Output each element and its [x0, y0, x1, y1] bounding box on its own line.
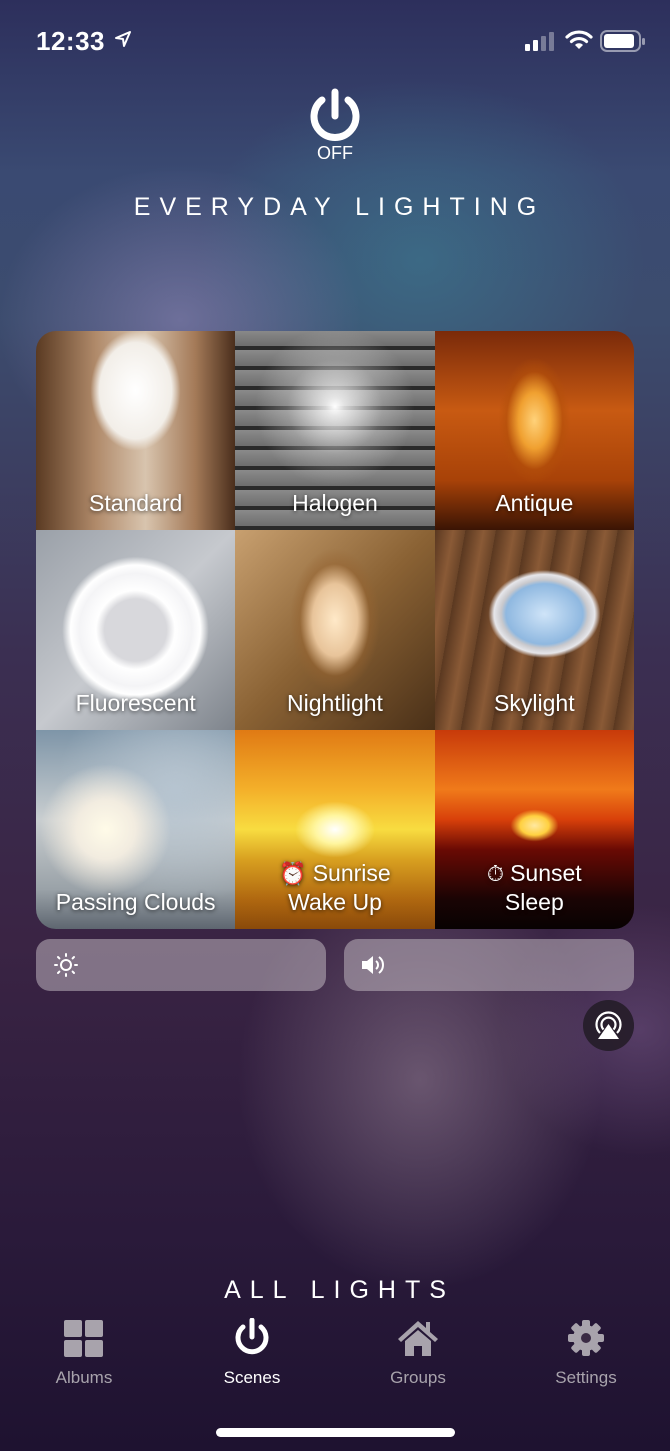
- scene-tile-skylight[interactable]: Skylight: [434, 530, 634, 730]
- battery-icon: [600, 30, 645, 52]
- scene-label: Nightlight: [287, 689, 383, 716]
- tab-albums[interactable]: Albums: [14, 1312, 154, 1392]
- scene-label: Passing Clouds: [55, 888, 216, 915]
- home-indicator[interactable]: [216, 1428, 455, 1437]
- wifi-icon: [565, 30, 593, 49]
- house-icon: [398, 1321, 438, 1356]
- scene-label: Skylight: [494, 689, 575, 716]
- scene-label: Antique: [495, 490, 574, 517]
- tab-settings[interactable]: Settings: [516, 1312, 656, 1392]
- tab-groups[interactable]: Groups: [348, 1312, 488, 1392]
- status-bar: 12:33: [0, 0, 670, 80]
- tab-label: Albums: [55, 1368, 113, 1387]
- location-arrow-icon: [115, 31, 131, 47]
- scene-label-line1: Sunrise: [312, 859, 391, 886]
- volume-slider[interactable]: [344, 939, 634, 991]
- scene-label: Halogen: [292, 490, 378, 517]
- alarm-clock-icon: ⏰: [279, 860, 307, 886]
- scene-label-line2: Sleep: [504, 888, 564, 915]
- tab-label: Scenes: [223, 1368, 281, 1387]
- grid-icon: [64, 1320, 103, 1357]
- scene-grid: Standard Halogen Antique Fluorescent Nig…: [36, 331, 634, 929]
- scene-tile-fluorescent[interactable]: Fluorescent: [36, 530, 236, 730]
- scene-label-line1: Sunset: [510, 859, 582, 886]
- scene-tile-passing-clouds[interactable]: Passing Clouds: [36, 729, 236, 929]
- scene-label: ⏰ Sunrise Wake Up: [235, 859, 434, 917]
- tab-scenes[interactable]: Scenes: [182, 1312, 322, 1392]
- gear-icon: [568, 1320, 604, 1356]
- tab-label: Groups: [390, 1368, 446, 1387]
- stopwatch-icon: ⏱: [486, 860, 505, 886]
- scene-label: ⏱ Sunset Sleep: [435, 859, 634, 917]
- power-icon: [235, 1318, 269, 1355]
- group-title: ALL LIGHTS: [224, 1276, 455, 1304]
- brightness-slider[interactable]: [36, 939, 326, 991]
- scene-tile-halogen[interactable]: Halogen: [235, 331, 435, 531]
- scene-label: Standard: [88, 490, 183, 517]
- airplay-button[interactable]: [583, 1000, 634, 1051]
- power-state-label: OFF: [317, 143, 353, 163]
- scene-tile-sunrise-wake-up[interactable]: ⏰ Sunrise Wake Up: [235, 729, 435, 929]
- tab-bar: Albums Scenes Groups Settings: [0, 1312, 670, 1392]
- status-time: 12:33: [36, 26, 105, 56]
- sun-icon: [54, 953, 78, 977]
- scene-tile-sunset-sleep[interactable]: ⏱ Sunset Sleep: [434, 729, 634, 929]
- scene-tile-antique[interactable]: Antique: [434, 331, 634, 531]
- scene-label: Fluorescent: [75, 689, 196, 716]
- scene-tile-standard[interactable]: Standard: [36, 331, 236, 531]
- scene-tile-nightlight[interactable]: Nightlight: [235, 530, 435, 730]
- tab-label: Settings: [555, 1368, 617, 1387]
- speaker-volume-icon: [362, 956, 384, 974]
- power-toggle-button[interactable]: [305, 86, 365, 146]
- cellular-signal-icon: [525, 32, 554, 51]
- scene-label-line2: Wake Up: [288, 888, 382, 915]
- page-title: EVERYDAY LIGHTING: [133, 193, 546, 221]
